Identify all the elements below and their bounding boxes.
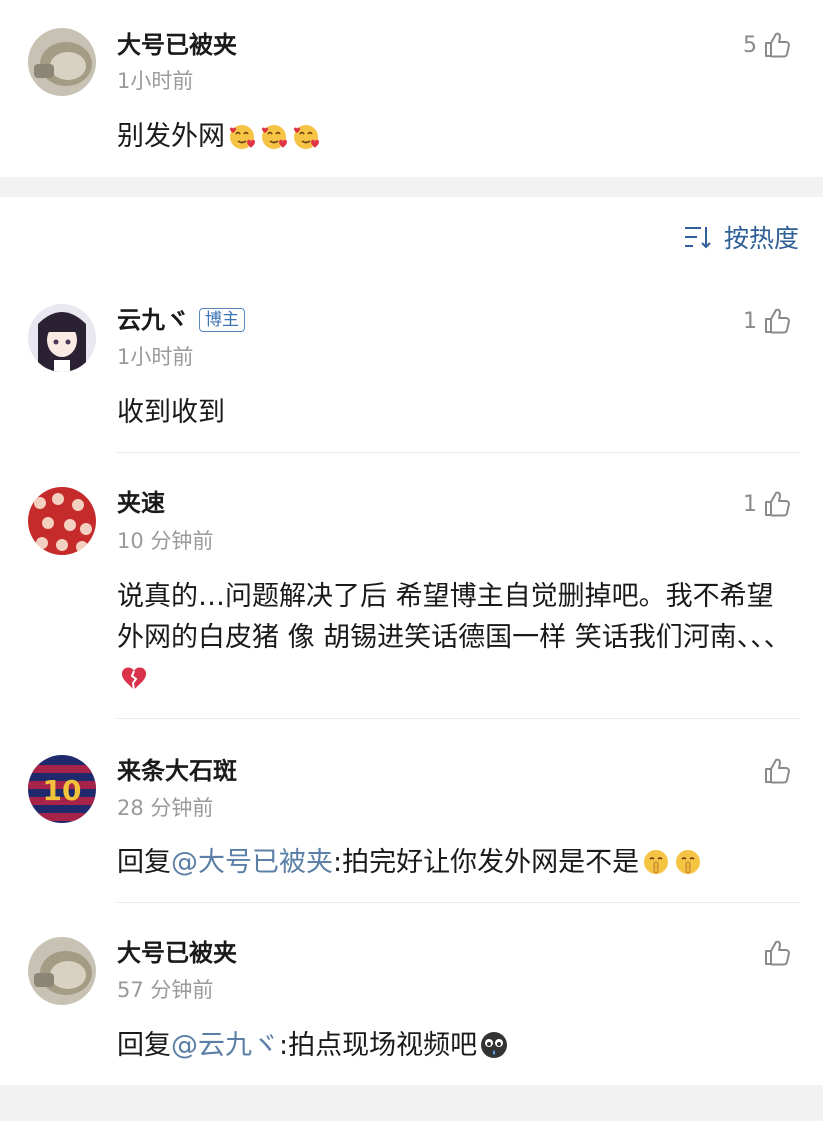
divider xyxy=(117,718,799,719)
shushing-face-icon xyxy=(641,847,671,877)
comment-text-content: :拍完好让你发外网是不是 xyxy=(333,847,640,878)
shushing-face-icon xyxy=(673,847,703,877)
like-button[interactable]: 1 xyxy=(743,304,791,338)
timestamp: 28 分钟前 xyxy=(117,796,214,820)
reply-prefix: 回复 xyxy=(117,847,171,878)
sort-icon xyxy=(684,227,711,249)
avatar[interactable] xyxy=(28,28,96,96)
comments-card: 按热度 云九ヾ 博主 1小时前 1 收到收到 夹速 10 分钟前 1 说真的…问… xyxy=(0,197,823,1085)
heart-eyes-face-icon xyxy=(291,121,321,151)
timestamp: 57 分钟前 xyxy=(117,978,214,1002)
username[interactable]: 夹速 xyxy=(117,488,165,518)
comment-text: 说真的…问题解决了后 希望博主自觉删掉吧。我不希望 外网的白皮猪 像 胡锡进笑话… xyxy=(117,576,807,699)
comment-text-content: 说真的…问题解决了后 希望博主自觉删掉吧。我不希望 外网的白皮猪 像 胡锡进笑话… xyxy=(117,581,791,653)
timestamp: 10 分钟前 xyxy=(117,529,214,553)
sort-label: 按热度 xyxy=(723,224,799,253)
like-button[interactable]: 5 xyxy=(743,28,791,62)
author-badge: 博主 xyxy=(199,308,245,332)
divider xyxy=(117,902,799,903)
sort-toggle[interactable]: 按热度 xyxy=(684,219,799,255)
thumbs-up-icon xyxy=(763,757,791,785)
timestamp: 1小时前 xyxy=(117,69,194,93)
mention-link[interactable]: @大号已被夹 xyxy=(171,847,333,878)
top-comment-card: 大号已被夹 1小时前 5 别发外网 xyxy=(0,0,823,177)
mention-link[interactable]: @云九ヾ xyxy=(171,1030,279,1061)
reply-prefix: 回复 xyxy=(117,1030,171,1061)
like-button[interactable] xyxy=(757,936,791,970)
broken-heart-icon xyxy=(119,663,149,693)
thumbs-up-icon xyxy=(763,31,791,59)
comment-text: 回复@云九ヾ:拍点现场视频吧 xyxy=(117,1025,807,1066)
thumbs-up-icon xyxy=(763,307,791,335)
avatar[interactable] xyxy=(28,937,96,1005)
crying-face-icon xyxy=(479,1030,509,1060)
heart-eyes-face-icon xyxy=(227,121,257,151)
username[interactable]: 来条大石斑 xyxy=(117,756,237,786)
like-count: 5 xyxy=(743,32,757,58)
comment-text: 回复@大号已被夹:拍完好让你发外网是不是 xyxy=(117,842,807,883)
username[interactable]: 云九ヾ 博主 xyxy=(117,305,245,335)
comment-text: 收到收到 xyxy=(117,397,225,428)
thumbs-up-icon xyxy=(763,939,791,967)
avatar[interactable]: 10 xyxy=(28,755,96,823)
username[interactable]: 大号已被夹 xyxy=(117,30,237,60)
username[interactable]: 大号已被夹 xyxy=(117,938,237,968)
like-button[interactable]: 1 xyxy=(743,487,791,521)
like-count: 1 xyxy=(743,491,757,517)
svg-text:10: 10 xyxy=(43,774,82,807)
like-button[interactable] xyxy=(757,754,791,788)
comment-text: 别发外网 xyxy=(117,116,807,157)
divider xyxy=(117,452,799,453)
timestamp: 1小时前 xyxy=(117,345,194,369)
comment-text-content: :拍点现场视频吧 xyxy=(279,1030,478,1061)
like-count: 1 xyxy=(743,308,757,334)
thumbs-up-icon xyxy=(763,490,791,518)
comment-text-content: 别发外网 xyxy=(117,121,225,152)
avatar[interactable] xyxy=(28,304,96,372)
heart-eyes-face-icon xyxy=(259,121,289,151)
username-text: 云九ヾ xyxy=(117,306,189,334)
avatar[interactable] xyxy=(28,487,96,555)
